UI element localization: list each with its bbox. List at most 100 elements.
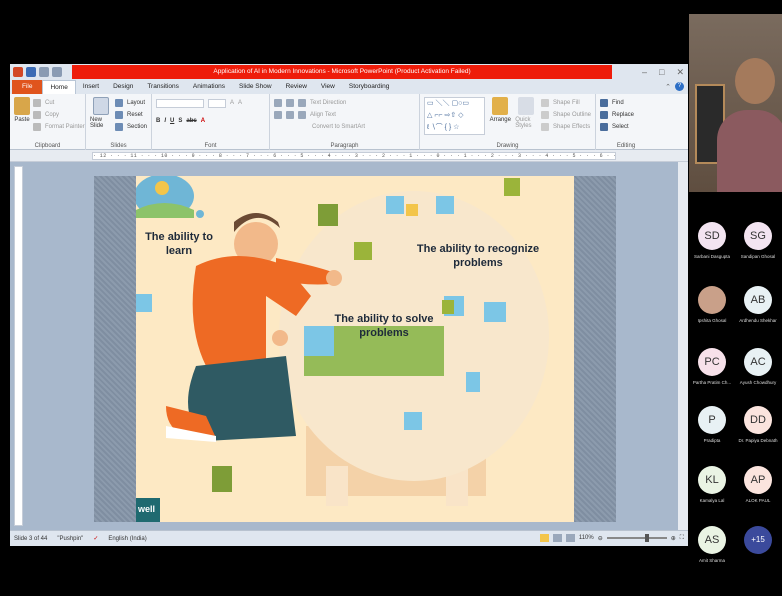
format-painter-button[interactable]: Format Painter	[33, 121, 85, 133]
format-painter-label: Format Painter	[45, 124, 85, 130]
select-button[interactable]: Select	[600, 121, 652, 133]
section-button[interactable]: Section	[114, 121, 147, 133]
effects-icon	[540, 123, 549, 131]
shadow-icon[interactable]: S	[178, 118, 182, 124]
tab-slide-show[interactable]: Slide Show	[232, 80, 279, 94]
pen-icon	[540, 111, 549, 119]
ribbon-tabs: File Home Insert Design Transitions Anim…	[10, 80, 688, 94]
arrange-button[interactable]: Arrange	[489, 97, 511, 135]
zoom-slider-thumb[interactable]	[644, 534, 649, 542]
undo-icon[interactable]	[39, 67, 49, 77]
participant-tile[interactable]: SD Sarbani Dasgupta	[689, 222, 735, 259]
bold-icon[interactable]: B	[156, 118, 160, 124]
maximize-icon[interactable]: □	[659, 67, 664, 77]
font-name-select[interactable]	[156, 98, 204, 108]
italic-icon[interactable]: I	[164, 118, 166, 124]
shrink-font-icon[interactable]: A	[238, 100, 242, 106]
zoom-in-icon[interactable]: ⊕	[671, 535, 676, 542]
participant-tile[interactable]: AS Amit Sharma	[689, 526, 735, 563]
tab-insert[interactable]: Insert	[76, 80, 106, 94]
avatar: DD	[744, 406, 772, 434]
layout-button[interactable]: Layout	[114, 97, 147, 109]
sorter-view-icon[interactable]	[552, 534, 562, 542]
strikethrough-icon[interactable]: abc	[186, 118, 196, 124]
puzzle-piece-green-2	[354, 242, 372, 260]
more-count-badge: +15	[744, 526, 772, 554]
font-color-icon[interactable]: A	[201, 118, 205, 124]
quick-styles-label: Quick Styles	[515, 117, 532, 129]
shape-effects-button[interactable]: Shape Effects	[540, 121, 591, 133]
zoom-out-icon[interactable]: ⊖	[598, 535, 603, 542]
collapse-ribbon-icon[interactable]: ⌃	[665, 83, 671, 91]
person-hand-right	[326, 270, 342, 286]
indent-icon[interactable]	[298, 99, 306, 107]
shapes-gallery[interactable]: ▭ ＼＼ ▢○▭ △ ⌐⌐ ⇨⇧ ◇ ℓ ∖⌒ { } ☆	[424, 97, 486, 135]
find-button[interactable]: Find	[600, 97, 652, 109]
copy-button[interactable]: Copy	[33, 109, 85, 121]
drawing-group: ▭ ＼＼ ▢○▭ △ ⌐⌐ ⇨⇧ ◇ ℓ ∖⌒ { } ☆ Arrange Quic…	[420, 94, 596, 150]
save-icon[interactable]	[26, 67, 36, 77]
participant-tile[interactable]: AP ALOK PAUL	[735, 466, 781, 503]
tab-review[interactable]: Review	[279, 80, 314, 94]
puzzle-piece-blue-1	[304, 326, 334, 356]
participant-tile[interactable]: AC Ayush Chowdhury	[735, 348, 781, 385]
align-center-icon[interactable]	[286, 111, 294, 119]
tab-transitions[interactable]: Transitions	[140, 80, 186, 94]
align-left-icon[interactable]	[274, 111, 282, 119]
redo-icon[interactable]	[52, 67, 62, 77]
tab-file[interactable]: File	[12, 80, 43, 94]
quick-styles-button[interactable]: Quick Styles	[515, 97, 537, 135]
tab-view[interactable]: View	[314, 80, 342, 94]
shape-fill-button[interactable]: Shape Fill	[540, 97, 591, 109]
help-icon[interactable]: ?	[675, 82, 684, 91]
puzzle-piece-blue-4	[484, 302, 506, 322]
vertical-scrollbar[interactable]	[678, 162, 688, 530]
participant-tile[interactable]: DD Dr. Papiya Debnath	[735, 406, 781, 443]
convert-smartart-button[interactable]: Convert to SmartArt	[312, 124, 365, 130]
font-group: A A B I U S abc A Font	[152, 94, 270, 150]
reading-view-icon[interactable]	[565, 534, 575, 542]
underline-icon[interactable]: U	[170, 118, 174, 124]
numbering-icon[interactable]	[286, 99, 294, 107]
participant-name: Sarbani Dasgupta	[693, 254, 731, 259]
slide-canvas[interactable]: The ability to learn The ability to reco…	[136, 176, 574, 522]
slide-margin-right	[574, 176, 616, 522]
participant-tile[interactable]: PC Partha Pratim Ch...	[689, 348, 735, 385]
align-right-icon[interactable]	[298, 111, 306, 119]
reset-label: Reset	[126, 112, 143, 118]
text-direction-button[interactable]: Text Direction	[310, 100, 346, 106]
replace-button[interactable]: Replace	[600, 109, 652, 121]
label-ability-learn: The ability to learn	[145, 231, 213, 257]
tab-storyboarding[interactable]: Storyboarding	[342, 80, 396, 94]
align-text-button[interactable]: Align Text	[310, 112, 336, 118]
spelling-icon[interactable]: ✓	[93, 535, 98, 542]
bullets-icon[interactable]	[274, 99, 282, 107]
participant-tile[interactable]: AB Ardhendu Shekhar	[735, 286, 781, 323]
paste-button[interactable]: Paste	[14, 97, 30, 133]
fit-window-icon[interactable]: ⛶	[680, 535, 684, 542]
participant-tile[interactable]: SG Sandipan Ghosal	[735, 222, 781, 259]
language-indicator[interactable]: English (India)	[108, 536, 146, 542]
participant-tile[interactable]: P Pradipta	[689, 406, 735, 443]
paragraph-row-2: Align Text	[274, 109, 415, 121]
tab-animations[interactable]: Animations	[186, 80, 232, 94]
zoom-slider[interactable]	[606, 534, 667, 542]
tab-design[interactable]: Design	[106, 80, 140, 94]
normal-view-icon[interactable]	[539, 534, 549, 542]
vertical-ruler	[14, 166, 23, 526]
close-icon[interactable]: ✕	[676, 67, 684, 78]
grow-font-icon[interactable]: A	[230, 100, 234, 106]
shape-outline-button[interactable]: Shape Outline	[540, 109, 591, 121]
participant-tile[interactable]: Ipshita Ghosal	[689, 286, 735, 323]
minimize-icon[interactable]: –	[642, 67, 647, 77]
participant-tile[interactable]: KL Kamalya Lal	[689, 466, 735, 503]
tab-home[interactable]: Home	[42, 80, 76, 94]
presenter-body-shape	[717, 110, 782, 192]
shape-outline-label: Shape Outline	[552, 112, 591, 118]
font-size-select[interactable]	[208, 98, 226, 108]
reset-button[interactable]: Reset	[114, 109, 147, 121]
new-slide-button[interactable]: New Slide	[90, 97, 112, 133]
more-participants-button[interactable]: +15	[735, 526, 781, 554]
cut-button[interactable]: Cut	[33, 97, 85, 109]
zoom-level[interactable]: 110%	[579, 535, 594, 541]
